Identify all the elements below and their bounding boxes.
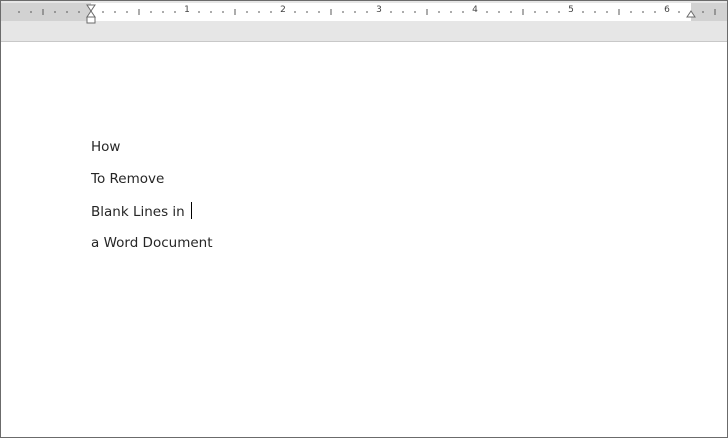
horizontal-ruler[interactable]: 1 2 3 4 5 6 <box>1 3 727 24</box>
ruler-number: 2 <box>280 5 286 15</box>
paragraph-1[interactable]: How <box>91 138 120 156</box>
ruler-graphic <box>1 3 727 24</box>
left-indent-marker[interactable] <box>86 16 96 24</box>
ruler-left-margin <box>1 3 91 21</box>
ruler-number: 3 <box>376 5 382 15</box>
ruler-number: 1 <box>184 5 190 15</box>
ruler-number: 5 <box>568 5 574 15</box>
paragraph-2[interactable]: To Remove <box>91 170 164 188</box>
document-page[interactable]: How To Remove Blank Lines in a Word Docu… <box>1 42 727 437</box>
paragraph-3[interactable]: Blank Lines in <box>91 202 193 221</box>
horizontal-ruler-band: 1 2 3 4 5 6 <box>1 1 727 42</box>
ruler-right-margin <box>691 3 727 21</box>
ruler-number: 4 <box>472 5 478 15</box>
paragraph-3-text: Blank Lines in <box>91 204 190 220</box>
word-document-window: 1 2 3 4 5 6 How To Remove Blank Lines in… <box>0 0 728 438</box>
paragraph-4[interactable]: a Word Document <box>91 234 213 252</box>
ruler-number: 6 <box>664 5 670 15</box>
text-cursor <box>191 202 193 219</box>
